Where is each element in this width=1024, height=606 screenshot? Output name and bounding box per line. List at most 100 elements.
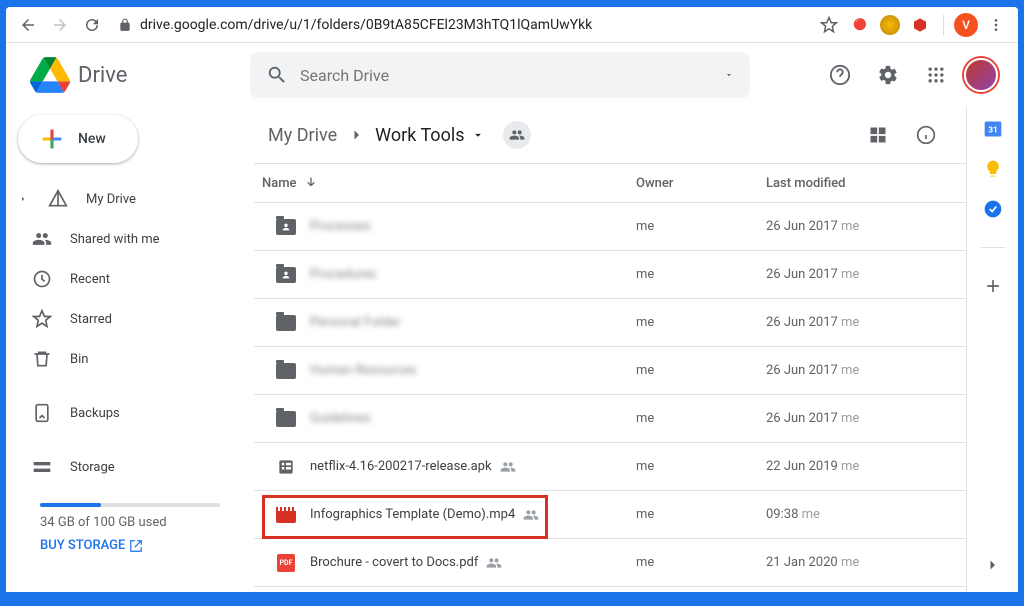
sidebar-item-starred[interactable]: Starred [14,299,254,339]
keep-addon[interactable] [983,159,1003,179]
file-row[interactable]: Human Resources me 26 Jun 2017 me [254,347,966,395]
folder-shared-icon [276,217,296,237]
account-avatar[interactable] [964,58,998,92]
file-row[interactable]: Guidelines me 26 Jun 2017 me [254,395,966,443]
folder-shared-icon [276,265,296,285]
help-icon [829,64,851,86]
calendar-addon[interactable]: 31 [983,119,1003,139]
drive-logo[interactable]: Drive [18,55,250,95]
content-area: My Drive Work Tools Name Owner Last modi… [254,107,966,592]
folder-shared-badge[interactable] [503,121,531,149]
column-owner[interactable]: Owner [636,176,766,191]
view-grid-button[interactable] [858,115,898,155]
sidebar-item-bin[interactable]: Bin [14,339,254,379]
folder-icon [276,409,296,429]
folder-icon [276,313,296,333]
extension-icon-3[interactable] [910,15,930,35]
folder-icon [276,361,296,381]
chevron-right-icon [347,126,365,144]
plus-icon [38,125,66,153]
info-icon [916,125,936,145]
file-owner: me [636,507,766,522]
sidebar-item-storage[interactable]: Storage [14,447,254,487]
back-button[interactable] [14,11,42,39]
add-addon-button[interactable] [983,276,1003,296]
file-name: Procedures [310,267,636,282]
file-owner: me [636,219,766,234]
search-bar[interactable] [250,52,750,98]
file-owner: me [636,459,766,474]
svg-text:31: 31 [988,125,998,135]
extension-icon-2[interactable] [880,15,900,35]
file-row[interactable]: Processes me 26 Jun 2017 me [254,203,966,251]
file-owner: me [636,267,766,282]
people-icon [32,229,52,249]
file-name: Personal Folder [310,315,636,330]
forward-button[interactable] [46,11,74,39]
search-icon [266,64,288,86]
drive-icon [48,189,68,209]
gear-icon [877,64,899,86]
app-name: Drive [78,63,127,88]
arrow-left-icon [19,16,37,34]
buy-storage-link[interactable]: BUY STORAGE [40,538,143,553]
sidebar-item-recent[interactable]: Recent [14,259,254,299]
file-list[interactable]: Processes me 26 Jun 2017 me Procedures m… [254,203,966,592]
file-modified: 22 Jun 2019 me [766,459,946,474]
file-name: netflix-4.16-200217-release.apk [310,459,636,475]
star-button[interactable] [815,11,843,39]
apps-button[interactable] [916,55,956,95]
shared-icon [500,459,516,475]
settings-button[interactable] [868,55,908,95]
tasks-addon[interactable] [983,199,1003,219]
column-name[interactable]: Name [262,175,636,191]
new-button[interactable]: New [18,115,138,163]
drive-logo-icon [30,55,70,95]
star-icon [32,309,52,329]
file-row[interactable]: Brochure - covert to Docs me 21 Jan 2020… [254,587,966,592]
sidebar-item-shared-with-me[interactable]: Shared with me [14,219,254,259]
sidebar-item-backups[interactable]: Backups [14,393,254,433]
details-button[interactable] [906,115,946,155]
search-input[interactable] [300,66,712,85]
trash-icon [32,349,52,369]
file-row[interactable]: Infographics Template (Demo).mp4 me 09:3… [254,491,966,539]
arrow-down-icon [303,175,319,191]
file-owner: me [636,315,766,330]
hide-rail-button[interactable] [983,556,1003,576]
file-name: Brochure - covert to Docs.pdf [310,555,636,571]
breadcrumb-root[interactable]: My Drive [262,121,343,150]
clock-icon [32,269,52,289]
url-text[interactable]: drive.google.com/drive/u/1/folders/0B9tA… [140,17,811,33]
browser-profile-avatar[interactable]: V [954,13,978,37]
column-modified[interactable]: Last modified [766,176,946,191]
file-row[interactable]: PDF Brochure - covert to Docs.pdf me 21 … [254,539,966,587]
arrow-right-icon [51,16,69,34]
caret-down-icon [724,70,734,80]
file-owner: me [636,411,766,426]
shared-icon [486,555,502,571]
help-button[interactable] [820,55,860,95]
file-modified: 21 Jan 2020 me [766,555,946,570]
browser-menu-button[interactable] [982,11,1010,39]
backups-icon [32,403,52,423]
breadcrumb-separator [347,126,365,144]
file-row[interactable]: netflix-4.16-200217-release.apk me 22 Ju… [254,443,966,491]
star-outline-icon [820,16,838,34]
people-icon [509,127,525,143]
reload-button[interactable] [78,11,106,39]
lock-icon [118,18,132,32]
sidebar-item-my-drive[interactable]: My Drive [14,179,254,219]
browser-address-bar: drive.google.com/drive/u/1/folders/0B9tA… [6,7,1018,43]
apk-icon [276,457,296,477]
file-row[interactable]: Procedures me 26 Jun 2017 me [254,251,966,299]
extension-icon-1[interactable]: 🔴 [850,15,870,35]
caret-right-icon [18,194,28,204]
file-row[interactable]: Personal Folder me 26 Jun 2017 me [254,299,966,347]
file-name: Human Resources [310,363,636,378]
breadcrumb: My Drive Work Tools [254,107,966,163]
reload-icon [83,16,101,34]
breadcrumb-current[interactable]: Work Tools [369,121,490,150]
search-dropdown-button[interactable] [724,70,734,80]
table-header: Name Owner Last modified [254,163,966,203]
